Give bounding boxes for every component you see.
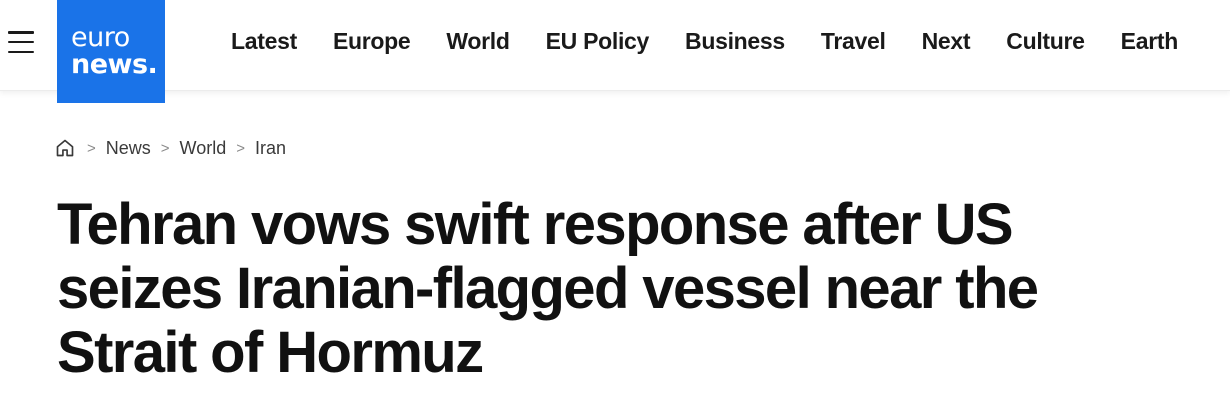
nav-item-culture[interactable]: Culture	[1006, 28, 1085, 60]
breadcrumb-item-news[interactable]: News	[106, 138, 151, 159]
site-header: Latest Europe World EU Policy Business T…	[0, 0, 1230, 91]
nav-item-travel[interactable]: Travel	[821, 28, 886, 60]
breadcrumb-item-world[interactable]: World	[180, 138, 227, 159]
nav-item-business[interactable]: Business	[685, 28, 785, 60]
nav-item-europe[interactable]: Europe	[333, 28, 411, 60]
euronews-logo[interactable]: euro news.	[57, 0, 165, 103]
article-title: Tehran vows swift response after US seiz…	[57, 192, 1039, 385]
main-nav: Latest Europe World EU Policy Business T…	[231, 28, 1214, 60]
logo-line2: news.	[71, 49, 158, 80]
menu-icon[interactable]	[8, 31, 34, 53]
nav-item-next[interactable]: Next	[922, 28, 971, 60]
nav-item-world[interactable]: World	[446, 28, 510, 60]
breadcrumb-item-iran[interactable]: Iran	[255, 138, 286, 159]
logo-line1: euro	[71, 22, 130, 53]
breadcrumb: > News > World > Iran	[55, 135, 286, 161]
nav-item-eu-policy[interactable]: EU Policy	[546, 28, 650, 60]
nav-item-latest[interactable]: Latest	[231, 28, 297, 60]
breadcrumb-separator: >	[236, 139, 245, 157]
breadcrumb-separator: >	[160, 139, 170, 157]
home-icon[interactable]	[55, 137, 77, 159]
nav-item-earth[interactable]: Earth	[1121, 28, 1179, 60]
breadcrumb-separator: >	[87, 139, 96, 157]
